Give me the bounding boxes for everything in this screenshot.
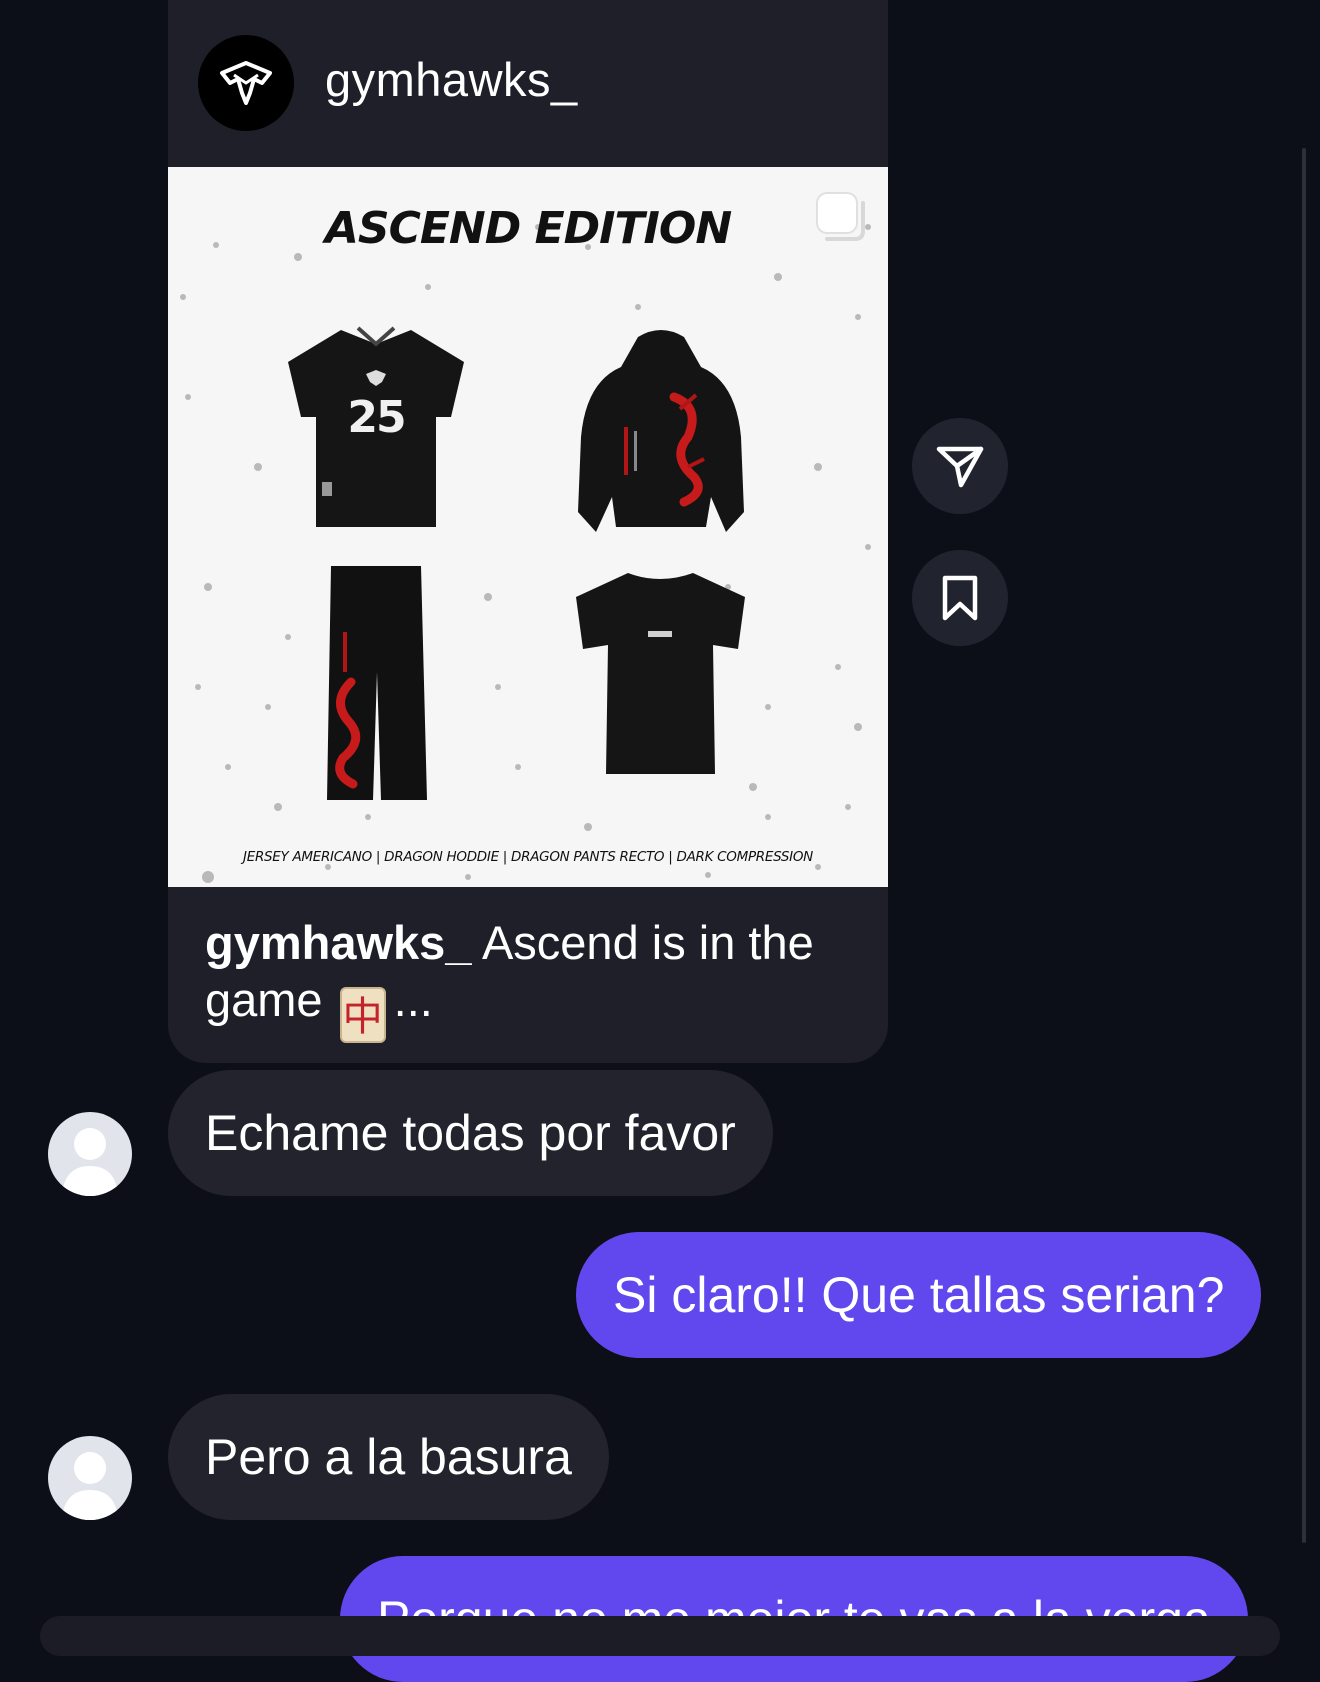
post-header[interactable]: gymhawks_: [168, 0, 888, 167]
contact-avatar[interactable]: [48, 1436, 132, 1520]
jersey-number: 25: [347, 392, 406, 443]
hawk-logo-icon: [220, 61, 272, 105]
message-bubble-outgoing[interactable]: Si claro!! Que tallas serian?: [576, 1232, 1262, 1358]
mahjong-tile-emoji: 中: [339, 987, 386, 1043]
product-jersey: 25: [286, 322, 466, 537]
send-icon: [936, 446, 984, 488]
product-dragon-pants: [323, 562, 433, 807]
promo-footer: JERSEY AMERICANO | DRAGON HODDIE | DRAGO…: [243, 849, 813, 865]
post-author-avatar[interactable]: [198, 35, 294, 131]
contact-avatar[interactable]: [48, 1112, 132, 1196]
default-profile-icon: [62, 1128, 118, 1196]
bookmark-icon: [942, 575, 978, 621]
post-caption[interactable]: gymhawks_ Ascend is in the game 中...: [205, 914, 855, 1043]
message-bubble-incoming[interactable]: Pero a la basura: [168, 1394, 609, 1520]
speckle-background: [180, 224, 871, 883]
promo-title: ASCEND EDITION: [324, 203, 732, 254]
share-post-button[interactable]: [912, 418, 1008, 514]
message-bubble-incoming[interactable]: Echame todas por favor: [168, 1070, 773, 1196]
caption-username[interactable]: gymhawks_: [205, 916, 471, 969]
scrollbar[interactable]: [1302, 148, 1306, 1543]
composer-bar-edge: [40, 1616, 1280, 1656]
product-dark-compression-tee: [573, 569, 748, 784]
default-profile-icon: [62, 1452, 118, 1520]
post-image[interactable]: ASCEND EDITION 25 JERSEY AMERICANO | DRA…: [168, 167, 888, 887]
chat-thread: gymhawks_ ASCEND EDITION 25 JERSEY AMERI…: [0, 0, 1320, 1682]
post-author-username[interactable]: gymhawks_: [325, 52, 578, 107]
caption-more[interactable]: ...: [394, 973, 433, 1026]
save-post-button[interactable]: [912, 550, 1008, 646]
product-dragon-hoodie: [576, 327, 746, 547]
shared-post-card[interactable]: gymhawks_ ASCEND EDITION 25 JERSEY AMERI…: [168, 0, 888, 1063]
multiple-posts-icon: [816, 192, 865, 241]
